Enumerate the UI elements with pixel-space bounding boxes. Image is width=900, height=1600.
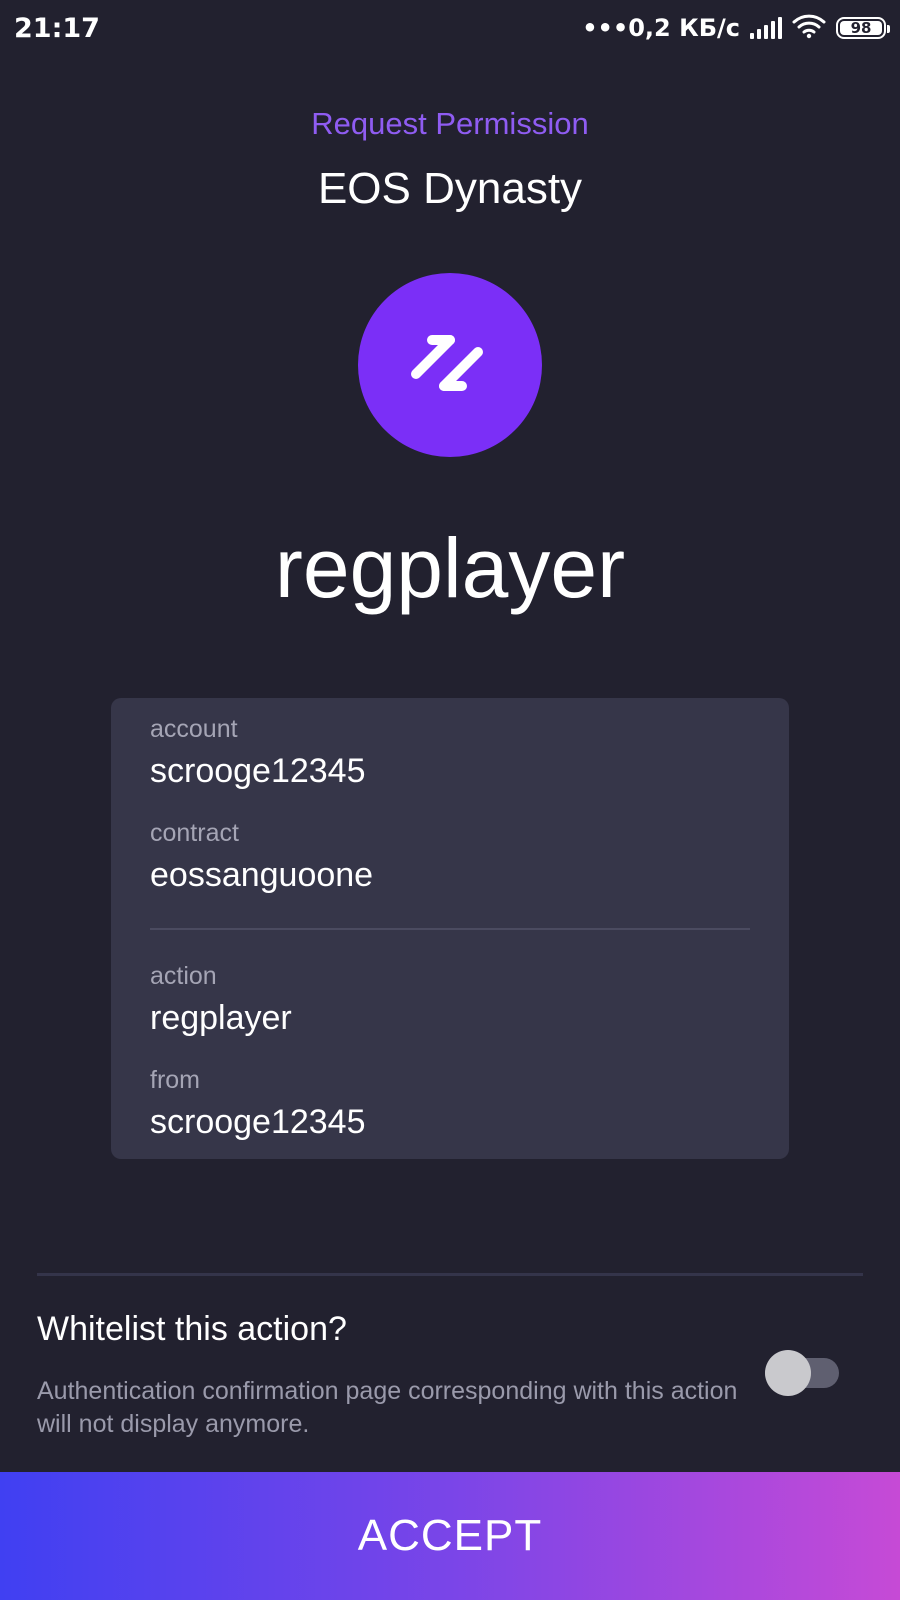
- card-divider: [150, 928, 750, 930]
- action-title: regplayer: [274, 521, 626, 615]
- contract-value: eossanguoone: [150, 856, 374, 894]
- network-speed: •••0,2 КБ/с: [582, 14, 740, 42]
- status-icons: •••0,2 КБ/с 98: [582, 13, 890, 43]
- whitelist-title: Whitelist this action?: [37, 1310, 347, 1348]
- from-label: from: [150, 1066, 200, 1094]
- accept-button[interactable]: ACCEPT: [0, 1472, 900, 1600]
- account-label: account: [150, 715, 238, 743]
- status-bar: 21:17 •••0,2 КБ/с 98: [0, 0, 900, 56]
- status-time: 21:17: [14, 12, 100, 44]
- wifi-icon: [792, 13, 826, 43]
- signal-bars-icon: [750, 17, 782, 39]
- request-permission-label: Request Permission: [311, 106, 589, 141]
- contract-label: contract: [150, 819, 239, 847]
- battery-level: 98: [840, 19, 882, 37]
- section-divider: [37, 1273, 863, 1276]
- from-value: scrooge12345: [150, 1103, 366, 1141]
- toggle-knob: [765, 1350, 811, 1396]
- action-value: regplayer: [150, 999, 292, 1037]
- whitelist-description: Authentication confirmation page corresp…: [37, 1377, 738, 1438]
- account-value: scrooge12345: [150, 752, 366, 790]
- battery-icon: 98: [836, 17, 890, 39]
- eos-dynasty-logo-icon: [358, 273, 542, 457]
- action-details-card: account scrooge12345 contract eossanguoo…: [111, 698, 789, 1159]
- whitelist-toggle[interactable]: [765, 1350, 839, 1396]
- action-label: action: [150, 962, 217, 990]
- dapp-name: EOS Dynasty: [317, 164, 583, 213]
